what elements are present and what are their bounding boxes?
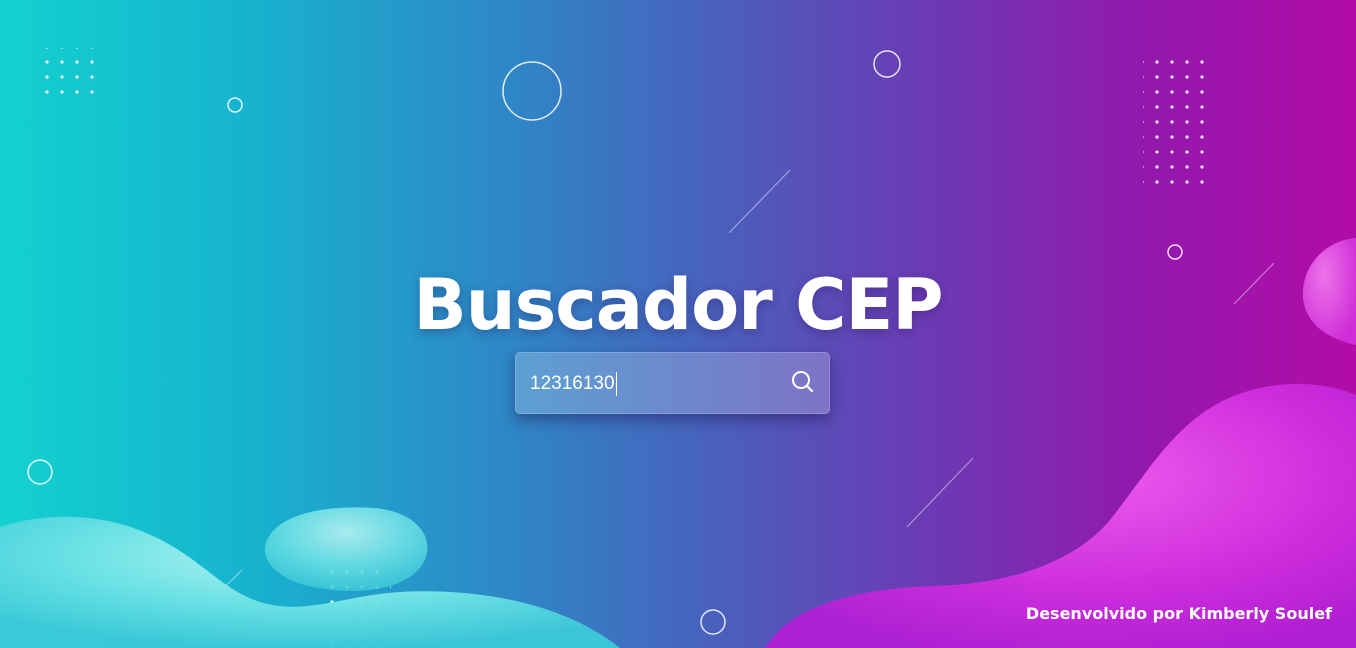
ring-decoration (700, 609, 726, 635)
cep-search-input[interactable]: 12316130 (530, 369, 617, 399)
footer-credit: Desenvolvido por Kimberly Soulef (1025, 604, 1332, 623)
page-title: Buscador CEP (413, 263, 943, 346)
dot-grid-top-left (38, 48, 102, 100)
app-screen: Buscador CEP 12316130 Desenvolvido por K… (0, 0, 1356, 648)
ring-decoration (227, 97, 243, 113)
text-caret (615, 371, 617, 396)
search-button[interactable] (787, 367, 819, 399)
line-decoration (906, 457, 974, 528)
line-decoration (728, 169, 791, 234)
ring-decoration (502, 61, 562, 121)
dot-grid-top-right (1143, 56, 1207, 184)
cyan-blob-shape (264, 507, 428, 591)
search-icon (792, 371, 814, 393)
cep-input-value: 12316130 (530, 373, 615, 394)
cep-search-box: 12316130 (515, 352, 830, 414)
ring-decoration (27, 459, 53, 485)
ring-decoration (873, 50, 901, 78)
ring-decoration (1167, 244, 1183, 260)
